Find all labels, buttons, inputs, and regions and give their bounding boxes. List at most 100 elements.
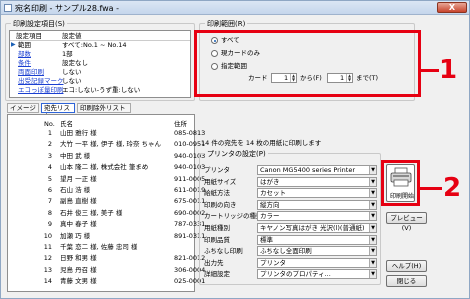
printer-setting-label: ふちなし印刷 <box>204 247 243 256</box>
chevron-down-icon[interactable]: ▼ <box>369 212 376 221</box>
list-row-no: 1 <box>47 129 52 137</box>
settings-row-item[interactable]: 出受記録マーク <box>18 77 64 85</box>
list-row-name[interactable]: 石井 俊三 様, 美子 様 <box>60 209 170 217</box>
printer-setting-dropdown[interactable]: プリンタ ▼ <box>257 257 377 268</box>
printer-setting-dropdown[interactable]: はがき ▼ <box>257 176 377 187</box>
list-row-no: 11 <box>43 243 52 251</box>
spinner-arrows-icon[interactable]: ▲ ▼ <box>346 74 352 82</box>
list-row-no: 5 <box>47 174 52 183</box>
settings-row-value: すべて:No.1 ~ No.14 <box>62 41 127 49</box>
list-row-name[interactable]: 青藤 文男 様 <box>60 277 170 285</box>
range-from-value: 1 <box>284 74 289 82</box>
list-row-name[interactable]: 日野 和男 様 <box>60 254 170 262</box>
preview-button[interactable]: プレビュー(V) <box>386 212 427 232</box>
radio-all[interactable] <box>211 37 218 44</box>
printer-setting-value: プリンタのプロパティ... <box>260 270 331 279</box>
printer-setting-value: 縦方向 <box>260 200 280 209</box>
chevron-down-icon[interactable]: ▼ <box>369 224 376 232</box>
printer-setting-value: はがき <box>260 177 280 186</box>
list-row-no: 6 <box>47 186 52 194</box>
printer-setting-label: 詳細設定 <box>204 270 230 279</box>
list-row-name[interactable]: 副島 直樹 様 <box>60 197 170 205</box>
settings-group: 印刷設定項目(S) 設定項目 設定値 ▶ 範囲 すべて:No.1 ~ No.14… <box>5 19 195 101</box>
list-row-no: 14 <box>43 277 52 286</box>
tab-image[interactable]: イメージ <box>7 103 39 113</box>
chevron-down-icon[interactable]: ▼ <box>369 166 376 174</box>
range-to-spinner[interactable]: 1 ▲ ▼ <box>327 73 353 83</box>
chevron-down-icon[interactable]: ▼ <box>369 200 376 209</box>
callout-1-line <box>421 69 439 72</box>
tab-recipient-list[interactable]: 宛先リスト <box>41 103 75 120</box>
help-button[interactable]: ヘルプ(H) <box>386 260 427 272</box>
list-row-no: 7 <box>47 197 52 206</box>
print-start-label: 印刷開始 <box>390 193 415 200</box>
spinner-arrows-icon[interactable]: ▲ ▼ <box>290 74 296 82</box>
list-row-name[interactable]: 山本 隆二 様, 株式会社 筆まめ <box>60 163 170 171</box>
list-row-name[interactable]: 大竹 一平 様, 伊子 様, 玲奈 ちゃん <box>60 140 170 148</box>
settings-row-item[interactable]: 条件 <box>18 59 31 67</box>
close-button[interactable]: 閉じる <box>386 275 427 287</box>
printer-setting-value: カセット <box>260 189 286 198</box>
list-row-name[interactable]: 石山 浩 様 <box>60 186 170 194</box>
list-row-no: 9 <box>47 220 52 229</box>
printer-setting-label: 給紙方法 <box>204 189 230 198</box>
print-start-button[interactable]: 印刷開始 <box>386 164 415 202</box>
range-group-label: 印刷範囲(R) <box>205 19 248 29</box>
callout-1: 1 <box>439 55 458 85</box>
settings-row-item[interactable]: 両面印刷 <box>18 68 44 76</box>
window-title: 宛名印刷 - サンプル28.fwa - <box>15 4 120 13</box>
settings-row-value: エコ:しない-うず重:しない <box>62 86 141 94</box>
printer-setting-dropdown[interactable]: プリンタのプロパティ... ▼ <box>257 269 377 280</box>
printer-setting-dropdown[interactable]: ふちなし全面印刷 ▼ <box>257 246 377 257</box>
chevron-down-icon[interactable]: ▼ <box>369 270 376 279</box>
printer-setting-label: 用紙サイズ <box>204 177 237 186</box>
range-from-spinner[interactable]: 1 ▲ ▼ <box>271 73 297 83</box>
list-row-name[interactable]: 中田 武 様 <box>60 152 170 160</box>
settings-header-item: 設定項目 <box>16 32 42 40</box>
settings-row-item[interactable]: 部数 <box>18 50 31 58</box>
printer-setting-value: Canon MG5400 series Printer <box>260 166 355 174</box>
list-row-address: 085-0813 <box>174 129 206 137</box>
printer-setting-dropdown[interactable]: カセット ▼ <box>257 188 377 199</box>
chevron-down-icon[interactable]: ▼ <box>369 177 376 186</box>
printer-setting-label: 印刷品質 <box>204 235 230 244</box>
settings-row-item[interactable]: エコっぽ量印刷 <box>18 86 64 94</box>
radio-specified-label: 指定範囲 <box>221 62 247 70</box>
list-header-no: No. <box>44 120 55 128</box>
printer-setting-dropdown[interactable]: キヤノン写真はがき 光沢(l)(普通紙) ▼ <box>257 223 377 233</box>
list-row-name[interactable]: 児島 丹召 様 <box>60 266 170 274</box>
radio-specified[interactable] <box>211 63 218 70</box>
list-row-no: 2 <box>47 140 52 149</box>
list-row-name[interactable]: 真中 春子 様 <box>60 220 170 228</box>
list-row-name[interactable]: 望月 一正 様 <box>60 175 170 183</box>
radio-current-card[interactable] <box>211 50 218 57</box>
list-header-address: 住所 <box>174 120 187 128</box>
title-bar: 宛名印刷 - サンプル28.fwa - X <box>1 1 469 15</box>
printer-setting-label: 印刷の向き <box>204 200 237 209</box>
printer-setting-dropdown[interactable]: 標準 ▼ <box>257 234 377 245</box>
chevron-down-icon[interactable]: ▼ <box>369 189 376 198</box>
list-row-name[interactable]: 加瀬 巧 様 <box>60 232 170 240</box>
list-row-no: 3 <box>47 151 52 160</box>
printer-setting-label: カートリッジの種類 <box>204 212 263 221</box>
settings-header-value: 設定値 <box>62 32 82 40</box>
settings-row-value: 1部 <box>62 50 73 58</box>
range-from-label: から(F) <box>300 74 322 82</box>
settings-row-item[interactable]: 範囲 <box>18 41 31 49</box>
printer-setting-label: プリンタ <box>204 166 230 174</box>
chevron-down-icon[interactable]: ▼ <box>369 247 376 256</box>
list-row-name[interactable]: 千葉 恋二 様, 佐藤 忠司 様 <box>60 243 170 251</box>
list-row-name[interactable]: 山田 雅行 様 <box>60 129 170 137</box>
list-row-no: 10 <box>43 231 52 240</box>
chevron-down-icon[interactable]: ▼ <box>369 258 376 267</box>
window-close-button[interactable]: X <box>437 2 467 13</box>
range-to-label: まで(T) <box>356 74 379 82</box>
printer-setting-dropdown[interactable]: 縦方向 ▼ <box>257 199 377 210</box>
settings-table: 設定項目 設定値 ▶ 範囲 すべて:No.1 ~ No.14 部数 1部 条件 … <box>9 30 191 98</box>
settings-row-value: 設定なし <box>62 59 88 67</box>
printer-setting-dropdown[interactable]: Canon MG5400 series Printer ▼ <box>257 165 377 175</box>
chevron-down-icon[interactable]: ▼ <box>369 235 376 244</box>
printer-setting-dropdown[interactable]: カラー ▼ <box>257 211 377 222</box>
print-summary-text: 14 件の宛先を 14 枚の用紙に印刷します <box>201 139 322 147</box>
tab-exclusion-list[interactable]: 印刷除外リスト <box>77 103 131 113</box>
